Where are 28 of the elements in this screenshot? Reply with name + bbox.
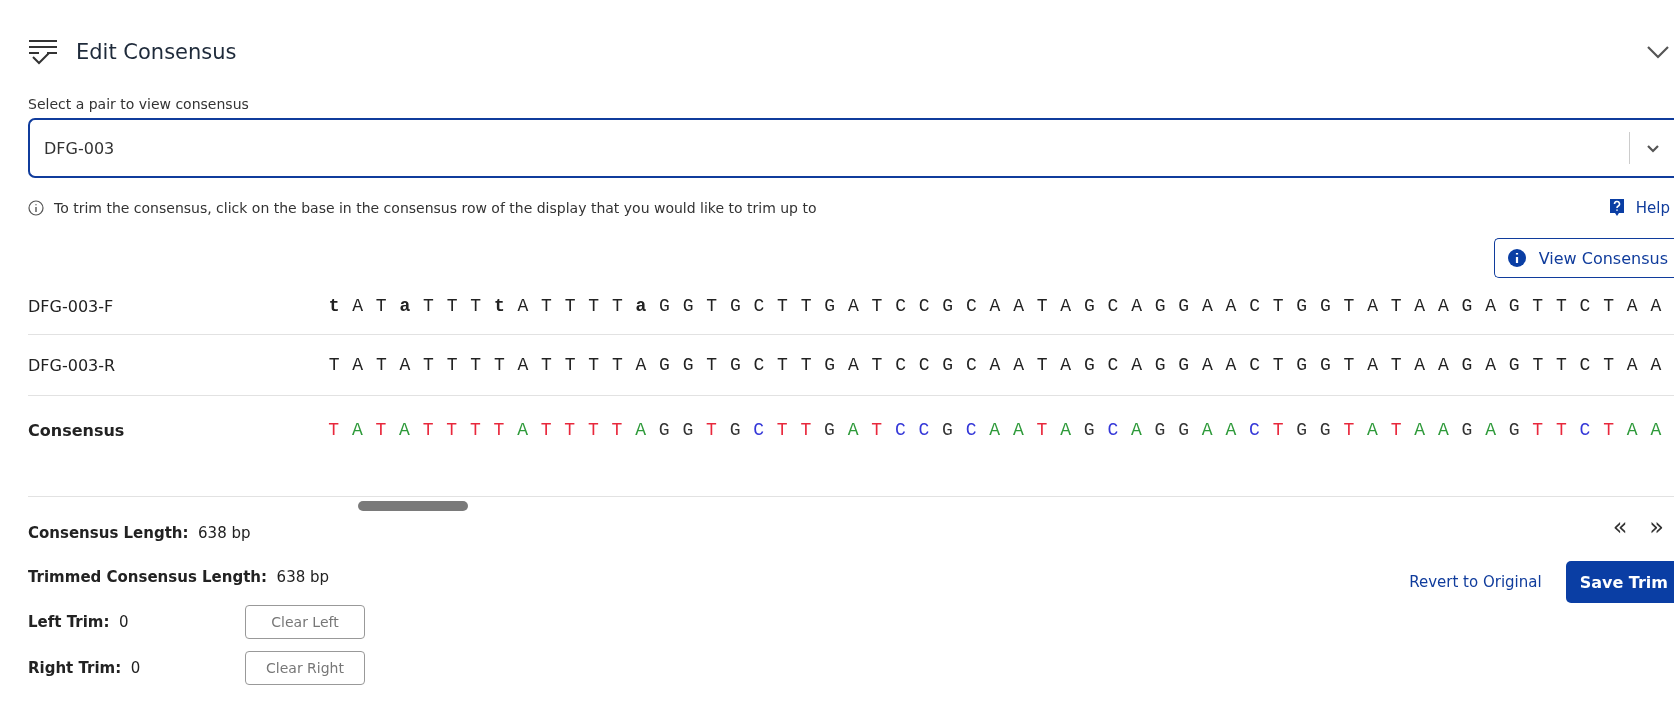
chevron-down-icon[interactable] (1646, 143, 1660, 153)
info-text: To trim the consensus, click on the base in the consensus row of the display that you would like to trim up to (54, 200, 817, 216)
info-icon[interactable] (1506, 248, 1527, 268)
scrollbar-thumb[interactable] (358, 501, 468, 511)
stat-text: Consensus Length: 638 bp (28, 523, 252, 544)
chevron-down-icon[interactable] (1646, 45, 1670, 59)
sequence-text[interactable]: T A T A T T T T A T T T T A G G T G C T T G A T C C G C A A T A G C A G G A A C T G G T A T A A G A G T T C T A A (328, 420, 1674, 440)
pair-dropdown[interactable]: DFG-003 (28, 118, 1674, 178)
row-label: DFG-003-R (28, 355, 117, 375)
save-trim-button[interactable]: Save Trim (1565, 561, 1674, 603)
info-icon (28, 200, 44, 216)
clear-button[interactable]: Clear Right (245, 651, 365, 685)
trim-text: Right Trim: 0 (28, 659, 142, 677)
field-label: Select a pair to view consensus (28, 96, 250, 112)
stat-text: Trimmed Consensus Length: 638 bp (28, 567, 331, 588)
trim-text: Left Trim: 0 (28, 613, 130, 631)
clear-button[interactable]: Clear Left (245, 605, 365, 639)
row-label: Consensus (28, 420, 126, 440)
view-consensus-button[interactable]: View Consensus (1493, 238, 1674, 278)
filter-check-icon (28, 39, 58, 65)
revert-link[interactable]: Revert to Original (1409, 573, 1542, 591)
panel-title: Edit Consensus (76, 40, 237, 64)
help-link[interactable]: Help (1607, 198, 1670, 218)
next-button[interactable]: » (1647, 515, 1666, 539)
previous-button[interactable]: « (1610, 515, 1630, 539)
question-icon[interactable] (1607, 198, 1626, 218)
row-label: DFG-003-F (28, 296, 115, 316)
sequence-text: TATATTTTATTTTAGGTGCTTGATCCGCAATAGCAGGAACTGGTATAAGAGTTCTAA (328, 355, 1674, 375)
